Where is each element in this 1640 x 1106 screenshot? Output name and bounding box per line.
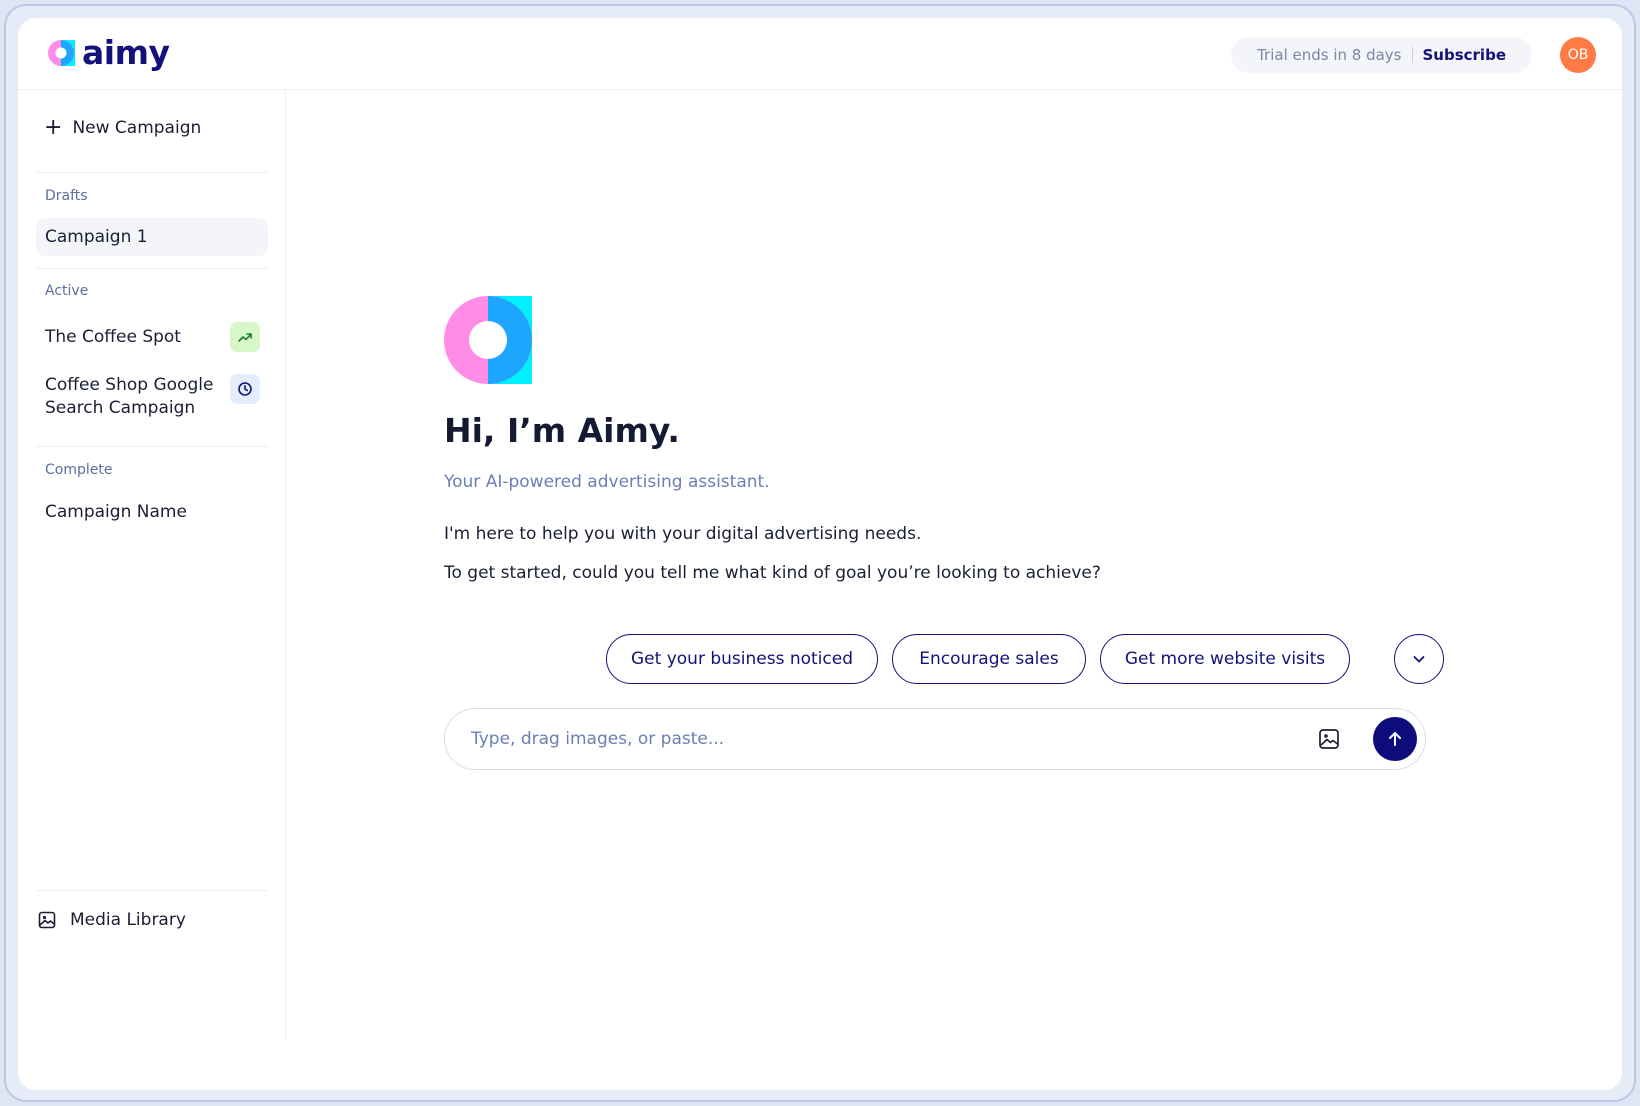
sidebar-divider bbox=[36, 172, 268, 173]
sidebar-item-campaign-1[interactable]: Campaign 1 bbox=[36, 218, 268, 256]
section-label-complete: Complete bbox=[45, 462, 113, 478]
suggestion-chip-website-visits[interactable]: Get more website visits bbox=[1100, 634, 1350, 684]
new-campaign-label: New Campaign bbox=[72, 118, 202, 138]
sidebar-divider bbox=[36, 446, 268, 447]
sidebar-item-the-coffee-spot[interactable]: The Coffee Spot bbox=[36, 318, 268, 356]
section-label-active: Active bbox=[45, 283, 89, 299]
brand-name: aimy bbox=[82, 33, 170, 72]
clock-icon bbox=[238, 382, 252, 396]
status-badge-scheduled bbox=[230, 374, 260, 404]
sidebar-divider bbox=[36, 890, 268, 891]
image-icon bbox=[38, 911, 56, 929]
more-suggestions-button[interactable] bbox=[1394, 634, 1444, 684]
user-avatar[interactable]: OB bbox=[1560, 37, 1596, 73]
send-button[interactable] bbox=[1373, 717, 1417, 761]
sidebar-item-label: Campaign Name bbox=[45, 502, 187, 522]
attach-image-icon[interactable] bbox=[1317, 727, 1341, 751]
media-library-button[interactable]: Media Library bbox=[38, 910, 186, 930]
message-input[interactable] bbox=[471, 723, 1271, 755]
sidebar-item-label: Campaign 1 bbox=[45, 227, 148, 247]
media-library-label: Media Library bbox=[70, 910, 186, 930]
brand-logo[interactable]: aimy bbox=[46, 33, 170, 72]
sidebar-item-label: The Coffee Spot bbox=[45, 327, 181, 347]
aimy-hero-logo-icon bbox=[444, 296, 532, 384]
greeting-heading: Hi, I’m Aimy. bbox=[444, 411, 680, 450]
sidebar-item-campaign-name[interactable]: Campaign Name bbox=[36, 493, 268, 531]
aimy-logo-icon bbox=[48, 40, 75, 66]
top-bar: aimy Trial ends in 8 days Subscribe OB bbox=[18, 18, 1622, 90]
app-window: aimy Trial ends in 8 days Subscribe OB +… bbox=[18, 18, 1622, 1090]
trending-up-icon bbox=[238, 333, 252, 342]
plus-icon: + bbox=[44, 115, 63, 140]
suggestion-chip-encourage-sales[interactable]: Encourage sales bbox=[892, 634, 1086, 684]
sidebar-item-label-line-2: Search Campaign bbox=[45, 398, 196, 418]
assistant-tagline: Your AI-powered advertising assistant. bbox=[444, 472, 770, 492]
intro-paragraph: I'm here to help you with your digital a… bbox=[444, 524, 922, 544]
sidebar-item-label-multiline: Coffee Shop Google Search Campaign bbox=[45, 374, 213, 420]
question-paragraph: To get started, could you tell me what k… bbox=[444, 563, 1101, 583]
sidebar: + New Campaign Drafts Campaign 1 Active … bbox=[18, 90, 286, 1040]
arrow-up-icon bbox=[1389, 732, 1401, 746]
message-composer bbox=[444, 708, 1426, 770]
trial-text: Trial ends in 8 days bbox=[1257, 46, 1402, 64]
new-campaign-button[interactable]: + New Campaign bbox=[44, 115, 202, 140]
sidebar-divider bbox=[36, 268, 268, 269]
suggestion-chip-business-noticed[interactable]: Get your business noticed bbox=[606, 634, 878, 684]
trial-divider bbox=[1411, 47, 1413, 63]
trial-banner: Trial ends in 8 days Subscribe bbox=[1231, 37, 1532, 73]
subscribe-link[interactable]: Subscribe bbox=[1423, 46, 1507, 64]
chevron-down-icon bbox=[1413, 656, 1425, 663]
section-label-drafts: Drafts bbox=[45, 188, 88, 204]
sidebar-item-label-line-1: Coffee Shop Google bbox=[45, 375, 214, 395]
status-badge-trending bbox=[230, 322, 260, 352]
sidebar-item-coffee-shop-google-search-campaign[interactable]: Coffee Shop Google Search Campaign bbox=[36, 372, 268, 422]
